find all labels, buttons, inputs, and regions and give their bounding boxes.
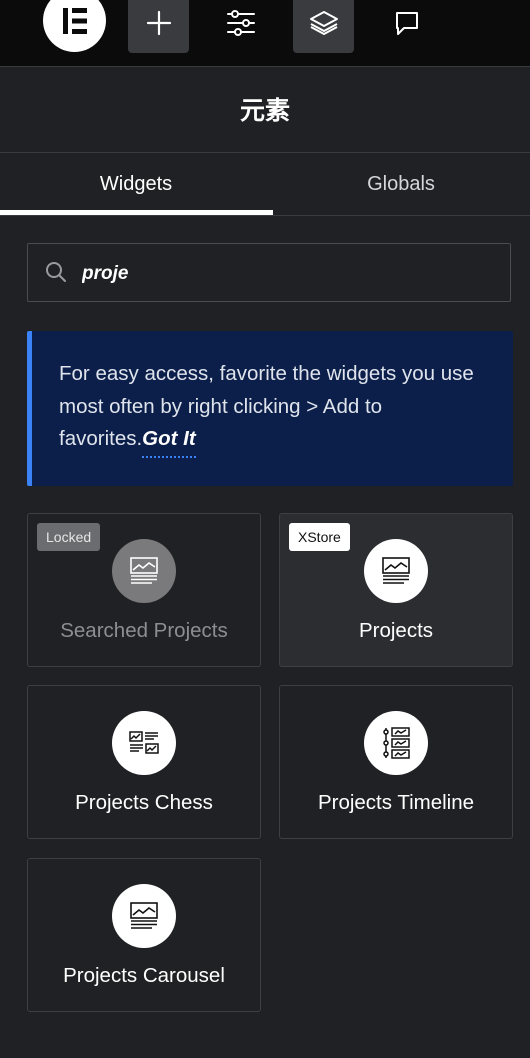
widget-projects[interactable]: XStore Projects bbox=[279, 513, 513, 667]
sliders-icon bbox=[226, 9, 255, 36]
active-tab-indicator bbox=[0, 210, 273, 215]
add-element-button[interactable] bbox=[128, 0, 189, 53]
xstore-badge: XStore bbox=[289, 523, 350, 551]
widget-searched-projects[interactable]: Locked Searched Projects bbox=[27, 513, 261, 667]
projects-widget-icon bbox=[112, 539, 176, 603]
widget-label: Searched Projects bbox=[60, 619, 228, 642]
widget-projects-timeline[interactable]: Projects Timeline bbox=[279, 685, 513, 839]
panel-title: 元素 bbox=[0, 66, 530, 153]
site-settings-button[interactable] bbox=[210, 0, 271, 53]
top-toolbar bbox=[0, 0, 530, 67]
notes-button[interactable] bbox=[376, 0, 437, 53]
widget-label: Projects bbox=[358, 619, 434, 642]
structure-button[interactable] bbox=[293, 0, 354, 53]
search-input[interactable] bbox=[80, 244, 494, 303]
tab-globals[interactable]: Globals bbox=[272, 153, 530, 215]
chat-icon bbox=[395, 11, 418, 35]
widget-label: Projects Carousel bbox=[63, 964, 225, 987]
widget-projects-chess[interactable]: Projects Chess bbox=[27, 685, 261, 839]
widget-projects-carousel[interactable]: Projects Carousel bbox=[27, 858, 261, 1012]
panel-tabs: Widgets Globals bbox=[0, 153, 530, 216]
elementor-logo-icon[interactable] bbox=[43, 0, 106, 52]
tab-widgets[interactable]: Widgets bbox=[0, 153, 272, 215]
notice-text: For easy access, favorite the widgets yo… bbox=[59, 362, 474, 450]
plus-icon bbox=[146, 10, 171, 35]
projects-widget-icon bbox=[364, 539, 428, 603]
favorites-notice: For easy access, favorite the widgets yo… bbox=[27, 331, 513, 486]
widget-label: Projects Timeline bbox=[317, 791, 475, 814]
projects-carousel-icon bbox=[112, 884, 176, 948]
search-icon bbox=[45, 261, 67, 288]
locked-badge: Locked bbox=[37, 523, 101, 551]
widget-label: Projects Chess bbox=[75, 791, 213, 814]
projects-timeline-icon bbox=[364, 711, 428, 775]
got-it-link[interactable]: Got It bbox=[142, 427, 196, 458]
search-box bbox=[27, 243, 511, 303]
projects-chess-icon bbox=[112, 711, 176, 775]
layers-icon bbox=[309, 10, 338, 35]
